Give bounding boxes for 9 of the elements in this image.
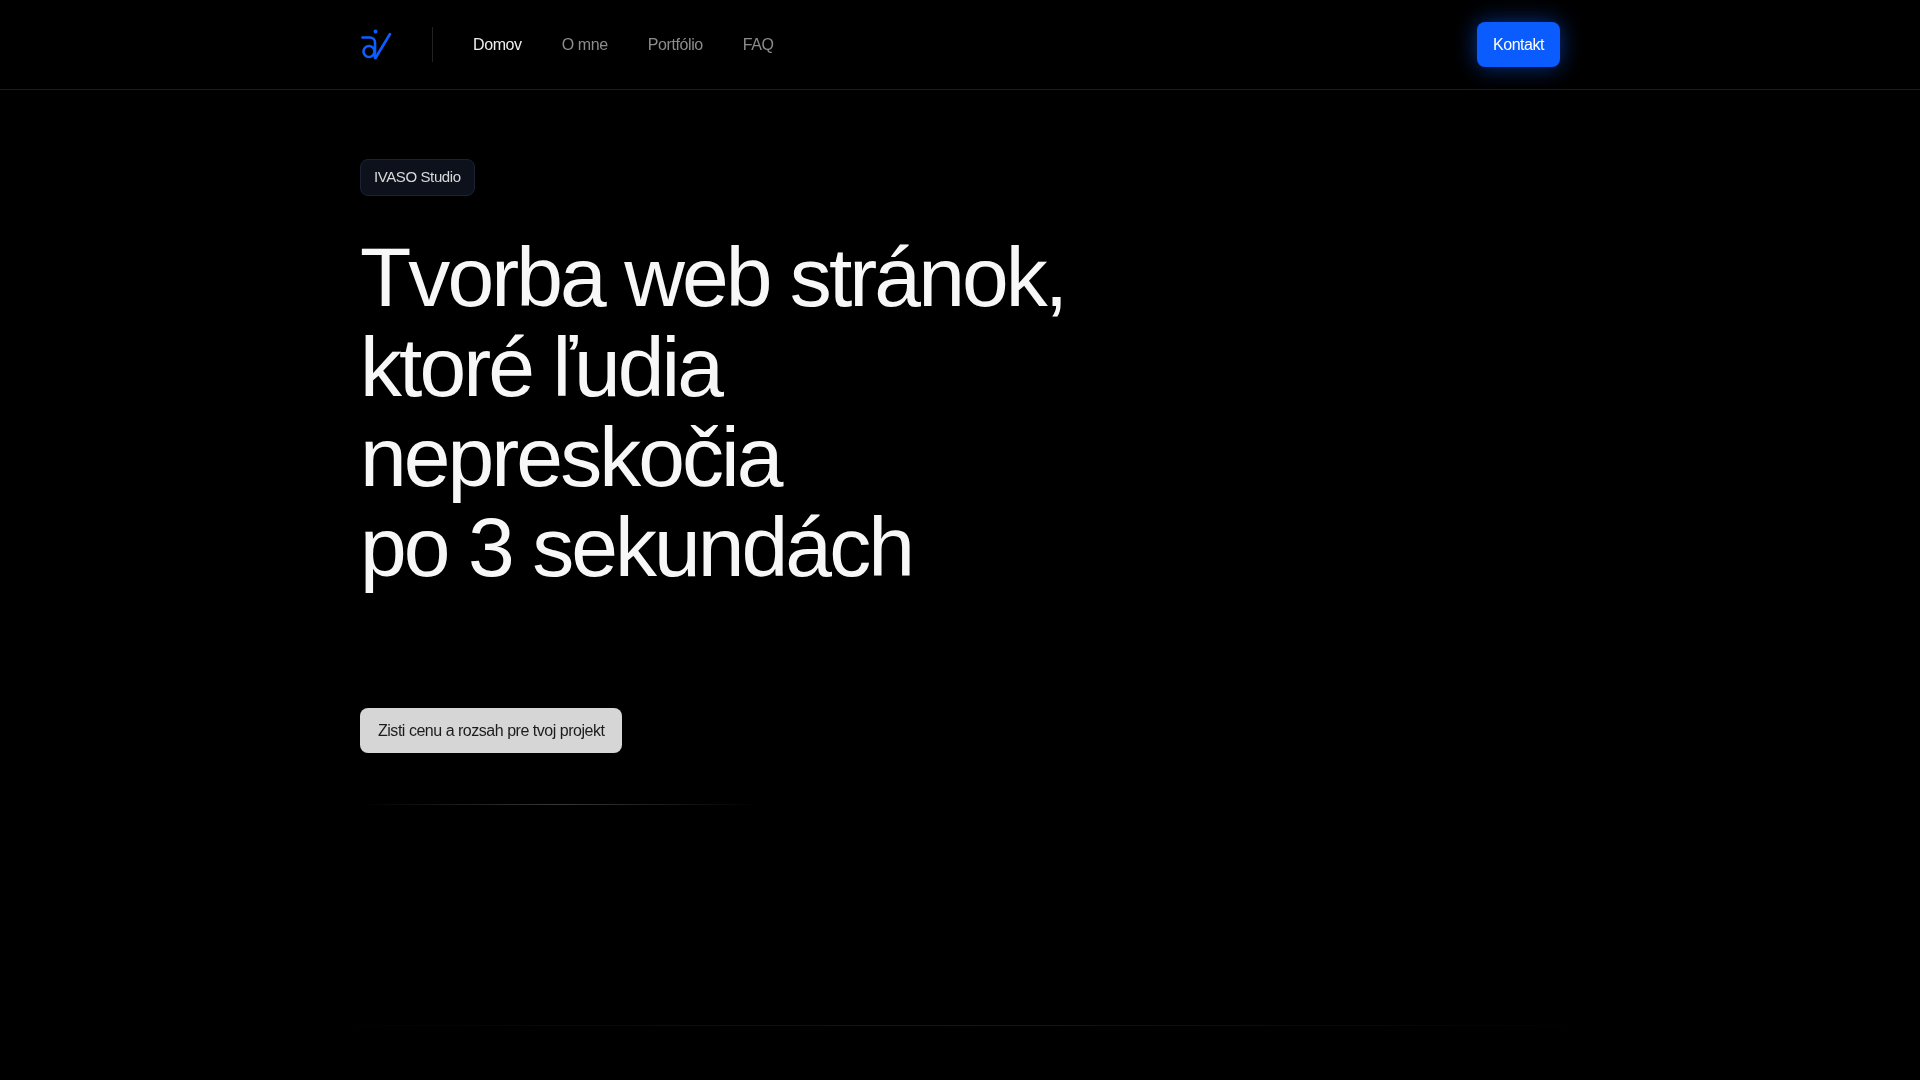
nav-link[interactable]: Domov [473, 32, 522, 57]
pricing-cta-button[interactable]: Zisti cenu a rozsah pre tvoj projekt [360, 708, 623, 753]
nav-link[interactable]: FAQ [742, 32, 774, 57]
hero-headline: Tvorba web stránok, ktoré ľudia nepreskočia po 3 sekundách [360, 232, 1066, 592]
contact-button[interactable]: Kontakt [1477, 22, 1560, 67]
logo-icon[interactable] [360, 28, 392, 61]
nav-link[interactable]: O mne [561, 32, 608, 57]
studio-badge: IVASO Studio [360, 159, 475, 196]
nav-link[interactable]: Portfólio [647, 32, 703, 57]
